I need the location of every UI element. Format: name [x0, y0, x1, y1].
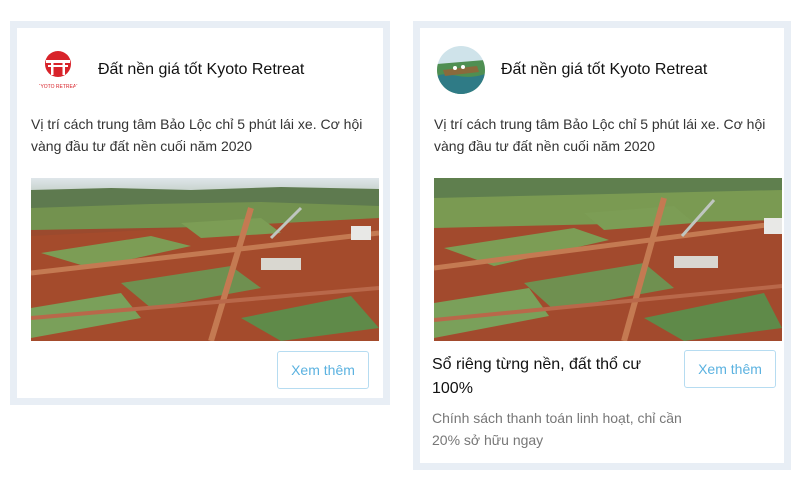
ad-subtext: Chính sách thanh toán linh hoạt, chỉ cần… — [432, 410, 682, 448]
ad-header: KYOTO RETREAT Đất nền giá tốt Kyoto Retr… — [34, 45, 304, 95]
ad-card-2[interactable]: Đất nền giá tốt Kyoto Retreat Vị trí các… — [413, 21, 791, 470]
kyoto-logo-icon: KYOTO RETREAT — [34, 46, 82, 94]
land-photo[interactable] — [31, 178, 379, 341]
ad-title: Đất nền giá tốt Kyoto Retreat — [98, 61, 305, 78]
ad-card-1[interactable]: KYOTO RETREAT Đất nền giá tốt Kyoto Retr… — [10, 21, 390, 405]
ad-title: Đất nền giá tốt Kyoto Retreat — [501, 61, 708, 78]
landscape-photo-icon — [437, 46, 485, 94]
see-more-button[interactable]: Xem thêm — [277, 351, 369, 389]
ad-description: Vị trí cách trung tâm Bảo Lộc chỉ 5 phút… — [434, 116, 766, 154]
ad-headline: Sổ riêng từng nền, đất thổ cư 100% — [432, 356, 642, 397]
land-photo[interactable] — [434, 178, 782, 341]
see-more-button[interactable]: Xem thêm — [684, 350, 776, 388]
logo-text: KYOTO RETREAT — [37, 84, 79, 90]
ad-header: Đất nền giá tốt Kyoto Retreat — [437, 45, 707, 95]
ad-description: Vị trí cách trung tâm Bảo Lộc chỉ 5 phút… — [31, 116, 363, 154]
